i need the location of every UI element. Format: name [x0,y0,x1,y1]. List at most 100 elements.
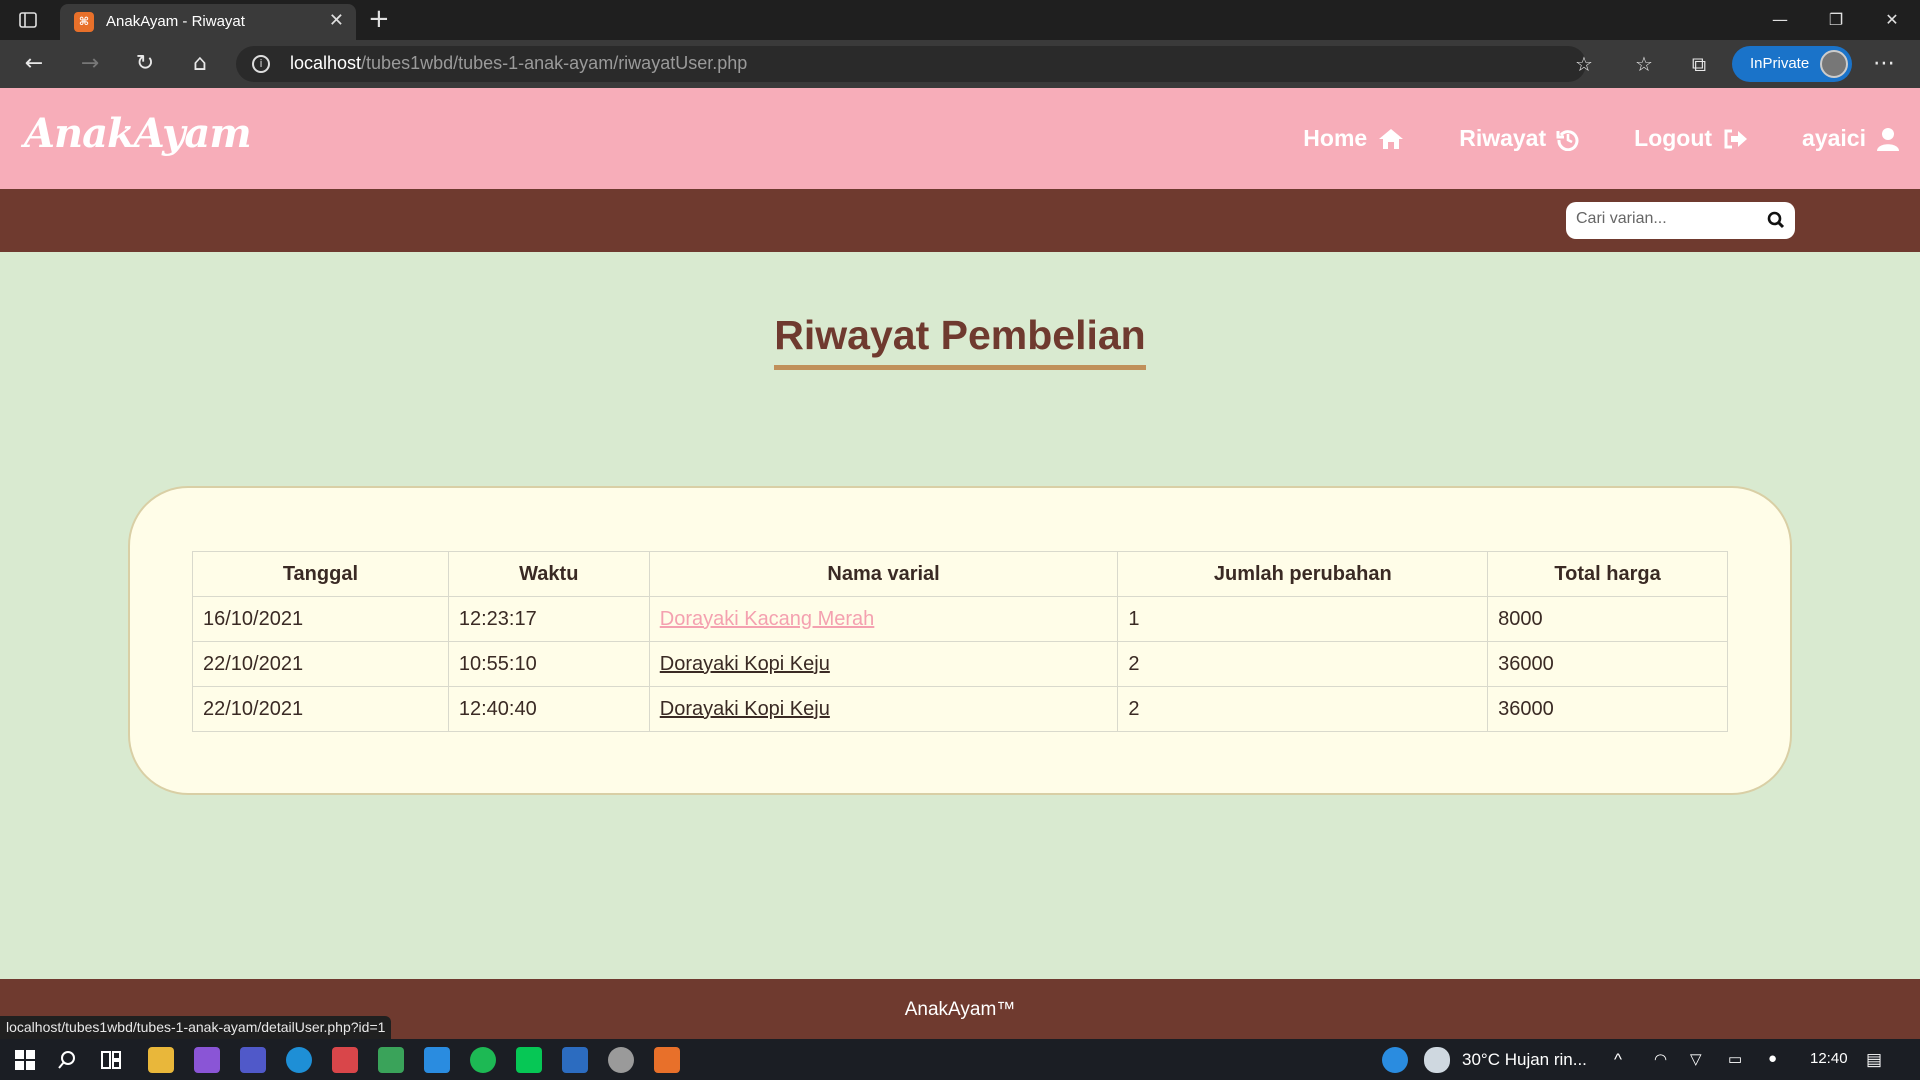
teams-icon[interactable] [240,1047,266,1073]
browser-toolbar: ← → ↻ ⌂ i localhost/tubes1wbd/tubes-1-an… [0,40,1920,88]
nav-user-label: ayaici [1802,125,1866,151]
search-bar [0,189,1920,252]
table-header-row: Tanggal Waktu Nama varial Jumlah perubah… [192,551,1728,597]
cell-jumlah: 2 [1117,641,1489,687]
weather-text[interactable]: 30°C Hujan rin... [1462,1050,1587,1070]
help-icon[interactable] [1382,1047,1408,1073]
clock[interactable]: 12:40 [1810,1050,1848,1067]
tray-app-icon[interactable]: ▽ [1690,1050,1702,1068]
search-taskbar-icon[interactable] [54,1047,80,1073]
add-favorite-icon[interactable]: ☆ [1570,50,1598,78]
weather-cloud-icon [1424,1047,1450,1073]
inprivate-label: InPrivate [1750,55,1810,72]
edge-icon[interactable] [286,1047,312,1073]
cell-nama: Dorayaki Kacang Merah [648,596,1119,642]
battery-icon[interactable]: ▭ [1728,1050,1742,1068]
tab-actions-icon[interactable] [18,10,40,30]
table-row: 16/10/2021 12:23:17 Dorayaki Kacang Mera… [192,596,1728,642]
forward-icon[interactable]: → [76,50,104,78]
new-tab-icon[interactable]: + [368,4,390,34]
cell-tanggal: 22/10/2021 [192,641,449,687]
variant-link[interactable]: Dorayaki Kacang Merah [660,608,875,630]
minimize-icon[interactable]: — [1752,0,1808,40]
nav-home-label: Home [1303,125,1368,151]
wifi-icon[interactable]: ◠ [1654,1050,1667,1068]
cell-total: 8000 [1487,596,1728,642]
history-icon [1556,129,1579,151]
table-row: 22/10/2021 12:40:40 Dorayaki Kopi Keju 2… [192,686,1728,732]
nav-logout[interactable]: Logout [1634,125,1748,152]
notifications-icon[interactable]: ▤ [1866,1050,1882,1070]
task-view-icon[interactable] [98,1047,124,1073]
app-icon[interactable] [332,1047,358,1073]
cell-jumlah: 2 [1117,686,1489,732]
more-options-icon[interactable]: ⋯ [1870,50,1898,78]
search-box[interactable] [1566,202,1795,239]
history-table: Tanggal Waktu Nama varial Jumlah perubah… [192,551,1728,732]
home-icon [1379,128,1404,149]
profile-avatar [1820,50,1848,78]
main-nav: Home Riwayat Logout ayaici [1249,88,1900,189]
window-controls: — ❐ ✕ [1752,0,1920,40]
nav-user[interactable]: ayaici [1802,125,1900,152]
column-header-total: Total harga [1487,551,1728,597]
nav-riwayat[interactable]: Riwayat [1459,125,1580,152]
column-header-waktu: Waktu [447,551,650,597]
variant-link[interactable]: Dorayaki Kopi Keju [660,698,830,720]
cell-waktu: 12:23:17 [447,596,650,642]
xampp-icon[interactable] [654,1047,680,1073]
column-header-tanggal: Tanggal [192,551,449,597]
xampp-favicon-icon: ⌘ [74,12,94,32]
windows-start-icon[interactable] [12,1047,38,1073]
tray-chevron-icon[interactable]: ^ [1614,1050,1622,1070]
spotify-icon[interactable] [470,1047,496,1073]
browser-tab-strip: ⌘ AnakAyam - Riwayat ✕ + — ❐ ✕ [0,0,1920,40]
vscode-icon[interactable] [424,1047,450,1073]
microphone-icon[interactable]: ● [1768,1050,1777,1067]
page-title: Riwayat Pembelian [774,312,1146,370]
inprivate-button[interactable]: InPrivate [1732,46,1852,82]
address-bar[interactable]: i localhost/tubes1wbd/tubes-1-anak-ayam/… [236,46,1586,82]
browser-tab[interactable]: ⌘ AnakAyam - Riwayat ✕ [60,4,356,40]
line-icon[interactable] [516,1047,542,1073]
search-input[interactable] [1576,210,1756,228]
cell-tanggal: 22/10/2021 [192,686,449,732]
nav-home[interactable]: Home [1303,125,1405,152]
spreadsheet-icon[interactable] [378,1047,404,1073]
tab-close-icon[interactable]: ✕ [329,10,344,31]
column-header-jumlah: Jumlah perubahan [1117,551,1489,597]
back-icon[interactable]: ← [20,50,48,78]
close-window-icon[interactable]: ✕ [1864,0,1920,40]
status-bar-url: localhost/tubes1wbd/tubes-1-anak-ayam/de… [0,1016,392,1039]
nav-riwayat-label: Riwayat [1459,125,1547,151]
nav-logout-label: Logout [1634,125,1713,151]
table-row: 22/10/2021 10:55:10 Dorayaki Kopi Keju 2… [192,641,1728,687]
refresh-icon[interactable]: ↻ [131,50,159,78]
favorites-icon[interactable]: ☆ [1630,50,1658,78]
cell-waktu: 12:40:40 [447,686,650,732]
site-info-icon[interactable]: i [252,55,270,73]
variant-link[interactable]: Dorayaki Kopi Keju [660,653,830,675]
cell-nama: Dorayaki Kopi Keju [648,686,1119,732]
file-explorer-icon[interactable] [148,1047,174,1073]
collections-icon[interactable]: ⧉ [1685,50,1713,78]
url-text[interactable]: localhost/tubes1wbd/tubes-1-anak-ayam/ri… [290,53,747,74]
search-icon[interactable] [1767,211,1785,229]
restore-icon[interactable]: ❐ [1808,0,1864,40]
cell-total: 36000 [1487,686,1728,732]
site-header: AnakAyam Home Riwayat Logout ayaici [0,88,1920,189]
taskbar: 30°C Hujan rin... ^ ◠ ▽ ▭ ● 12:40 ▤ [0,1039,1920,1080]
cell-waktu: 10:55:10 [447,641,650,687]
page-title-wrap: Riwayat Pembelian [0,312,1920,370]
photos-icon[interactable] [562,1047,588,1073]
brand-logo[interactable]: AnakAyam [24,110,252,157]
home-browser-icon[interactable]: ⌂ [186,50,214,78]
history-card: Tanggal Waktu Nama varial Jumlah perubah… [128,486,1792,795]
cell-tanggal: 16/10/2021 [192,596,449,642]
visual-studio-icon[interactable] [194,1047,220,1073]
cell-nama: Dorayaki Kopi Keju [648,641,1119,687]
cell-total: 36000 [1487,641,1728,687]
cell-jumlah: 1 [1117,596,1489,642]
settings-icon[interactable] [608,1047,634,1073]
tab-title: AnakAyam - Riwayat [106,13,245,30]
